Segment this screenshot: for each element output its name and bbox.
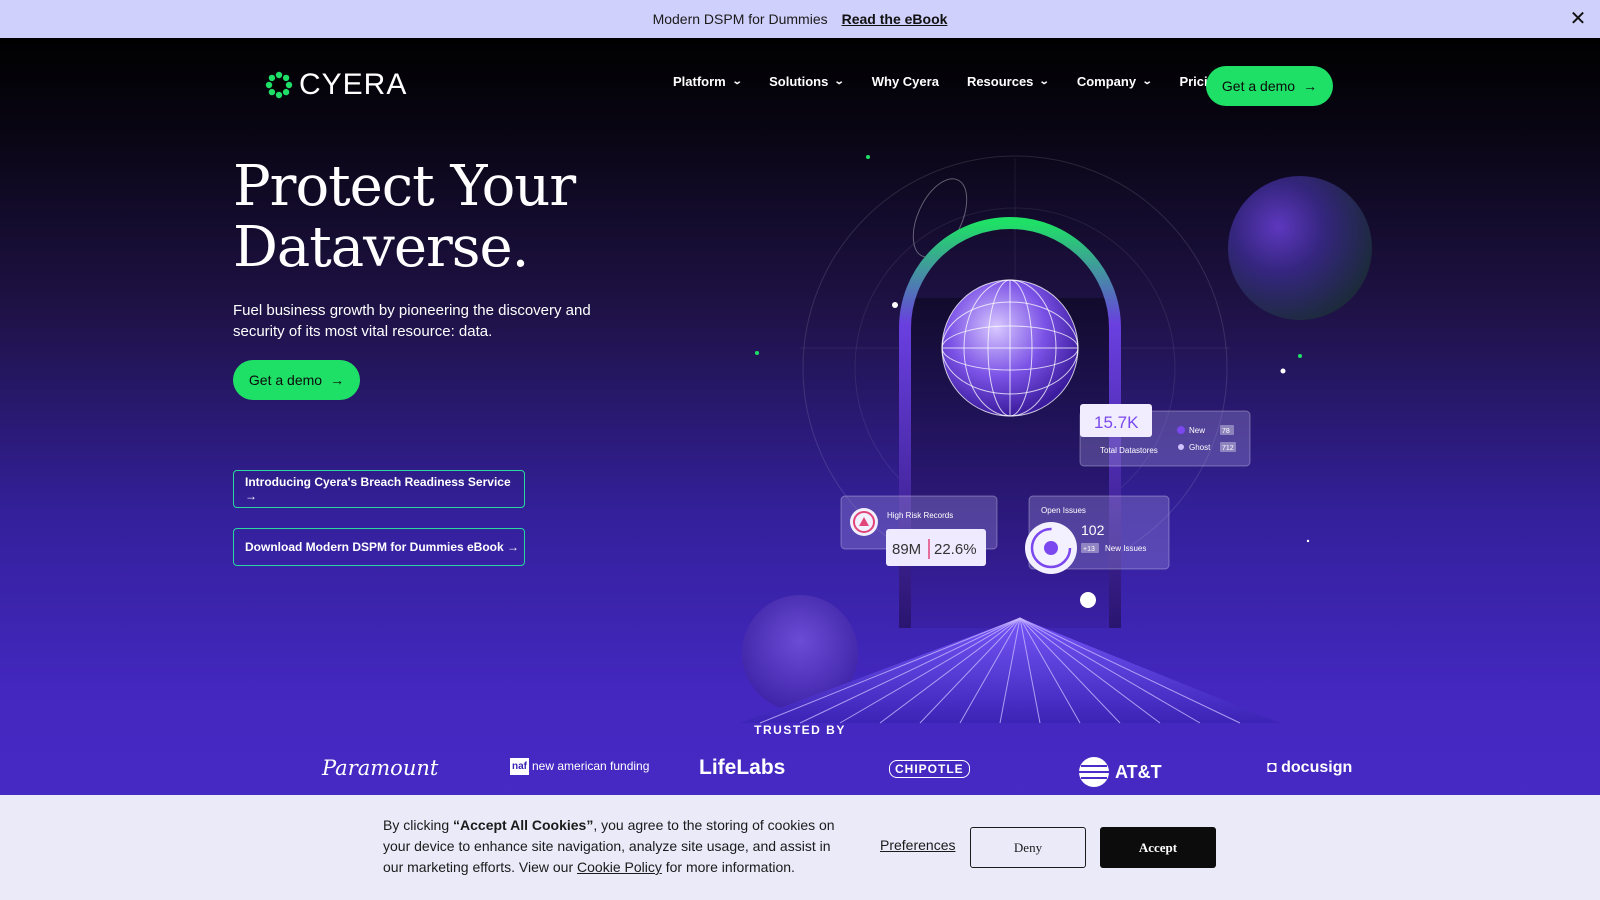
risk-label: High Risk Records [887, 511, 953, 520]
naf-logo: naf new american funding [510, 758, 650, 775]
hero-get-demo-button[interactable]: Get a demo → [233, 360, 360, 400]
new-value: 78 [1222, 428, 1230, 435]
cookie-text-suffix: for more information. [661, 859, 795, 875]
read-ebook-link[interactable]: Read the eBook [842, 11, 948, 27]
hero-title-line1: Protect Your [233, 154, 576, 219]
issues-label: Open Issues [1041, 506, 1086, 515]
chevron-down-icon: ⌄ [731, 76, 743, 87]
arrow-right-icon: → [1303, 78, 1318, 94]
nav-items: Platform ⌄ Solutions ⌄ Why Cyera Resourc… [673, 74, 1252, 89]
logo-text: CYERA [299, 68, 408, 101]
trusted-by-heading: TRUSTED BY [754, 723, 846, 737]
cyera-logo-icon [265, 71, 293, 99]
cyera-logo[interactable]: CYERA [265, 68, 407, 102]
accept-cookies-button[interactable]: Accept [1100, 827, 1216, 868]
paramount-logo: Paramount [322, 756, 439, 780]
breach-readiness-link[interactable]: Introducing Cyera's Breach Readiness Ser… [233, 470, 525, 508]
datastores-label: Total Datastores [1100, 446, 1158, 455]
hero-illustration: 15.7K Total Datastores New 78 Ghost 712 … [740, 155, 1372, 724]
arrow-right-icon: → [330, 372, 345, 388]
att-logo: AT&T [1078, 756, 1162, 788]
chipotle-logo: CHIPOTLE [889, 760, 970, 778]
nav-item-company[interactable]: Company ⌄ [1076, 74, 1153, 89]
customer-logos: Paramount naf new american funding LifeL… [0, 756, 1600, 796]
announcement-bar: Modern DSPM for Dummies Read the eBook ✕ [0, 0, 1600, 38]
hero-section: CYERA Platform ⌄ Solutions ⌄ Why Cyera R… [0, 38, 1600, 900]
att-logo-text: AT&T [1115, 761, 1162, 782]
ghost-value: 712 [1222, 445, 1234, 452]
att-globe-icon [1079, 757, 1109, 787]
hero-title-line2: Dataverse. [233, 215, 529, 280]
announcement-message: Modern DSPM for Dummies [652, 11, 828, 27]
new-issues-badge: +13 [1083, 546, 1095, 553]
nav-item-why-cyera[interactable]: Why Cyera [872, 74, 939, 89]
cookie-preferences-link[interactable]: Preferences [880, 837, 955, 853]
nav-item-label: Company [1076, 74, 1137, 89]
docusign-logo: ◘ docusign [1267, 759, 1352, 777]
cookie-banner: By clicking “Accept All Cookies”, you ag… [0, 795, 1600, 900]
nav-item-solutions[interactable]: Solutions ⌄ [769, 74, 845, 89]
nav-item-label: Why Cyera [871, 74, 939, 89]
cookie-message: By clicking “Accept All Cookies”, you ag… [383, 815, 843, 878]
nav-item-label: Resources [966, 74, 1034, 89]
new-label: New [1189, 426, 1205, 435]
new-issues-label: New Issues [1105, 544, 1146, 553]
cookie-text-prefix: By clicking [383, 817, 454, 833]
nav-item-label: Platform [673, 74, 726, 89]
hero-subtitle: Fuel business growth by pioneering the d… [233, 302, 591, 340]
lifelabs-logo: LifeLabs [699, 756, 786, 779]
get-demo-button[interactable]: Get a demo → [1206, 66, 1333, 106]
docusign-mark-icon: ◘ [1267, 759, 1277, 776]
nav-item-platform[interactable]: Platform ⌄ [673, 74, 743, 89]
ghost-label: Ghost [1189, 443, 1211, 452]
chevron-down-icon: ⌄ [1039, 76, 1051, 87]
issues-value: 102 [1081, 522, 1105, 538]
nav-item-label: Solutions [769, 74, 829, 89]
hero-get-demo-label: Get a demo [248, 372, 323, 388]
nav-item-resources[interactable]: Resources ⌄ [966, 74, 1051, 89]
cookie-policy-link[interactable]: Cookie Policy [577, 859, 662, 875]
get-demo-label: Get a demo [1221, 78, 1296, 94]
close-icon[interactable]: ✕ [1568, 9, 1588, 29]
risk-pct: 22.6% [934, 541, 977, 558]
deny-cookies-button[interactable]: Deny [970, 827, 1086, 868]
chevron-down-icon: ⌄ [834, 76, 845, 87]
naf-logo-text: new american funding [532, 759, 650, 773]
main-nav: CYERA Platform ⌄ Solutions ⌄ Why Cyera R… [0, 38, 1600, 132]
datastores-value: 15.7K [1094, 413, 1139, 432]
hero-title: Protect Your Dataverse. [233, 156, 703, 278]
chevron-down-icon: ⌄ [1141, 76, 1153, 87]
cookie-text-bold: “Accept All Cookies” [453, 817, 594, 833]
risk-value: 89M [892, 541, 921, 558]
dspm-ebook-link[interactable]: Download Modern DSPM for Dummies eBook → [233, 528, 525, 566]
docusign-logo-text: docusign [1281, 759, 1353, 776]
